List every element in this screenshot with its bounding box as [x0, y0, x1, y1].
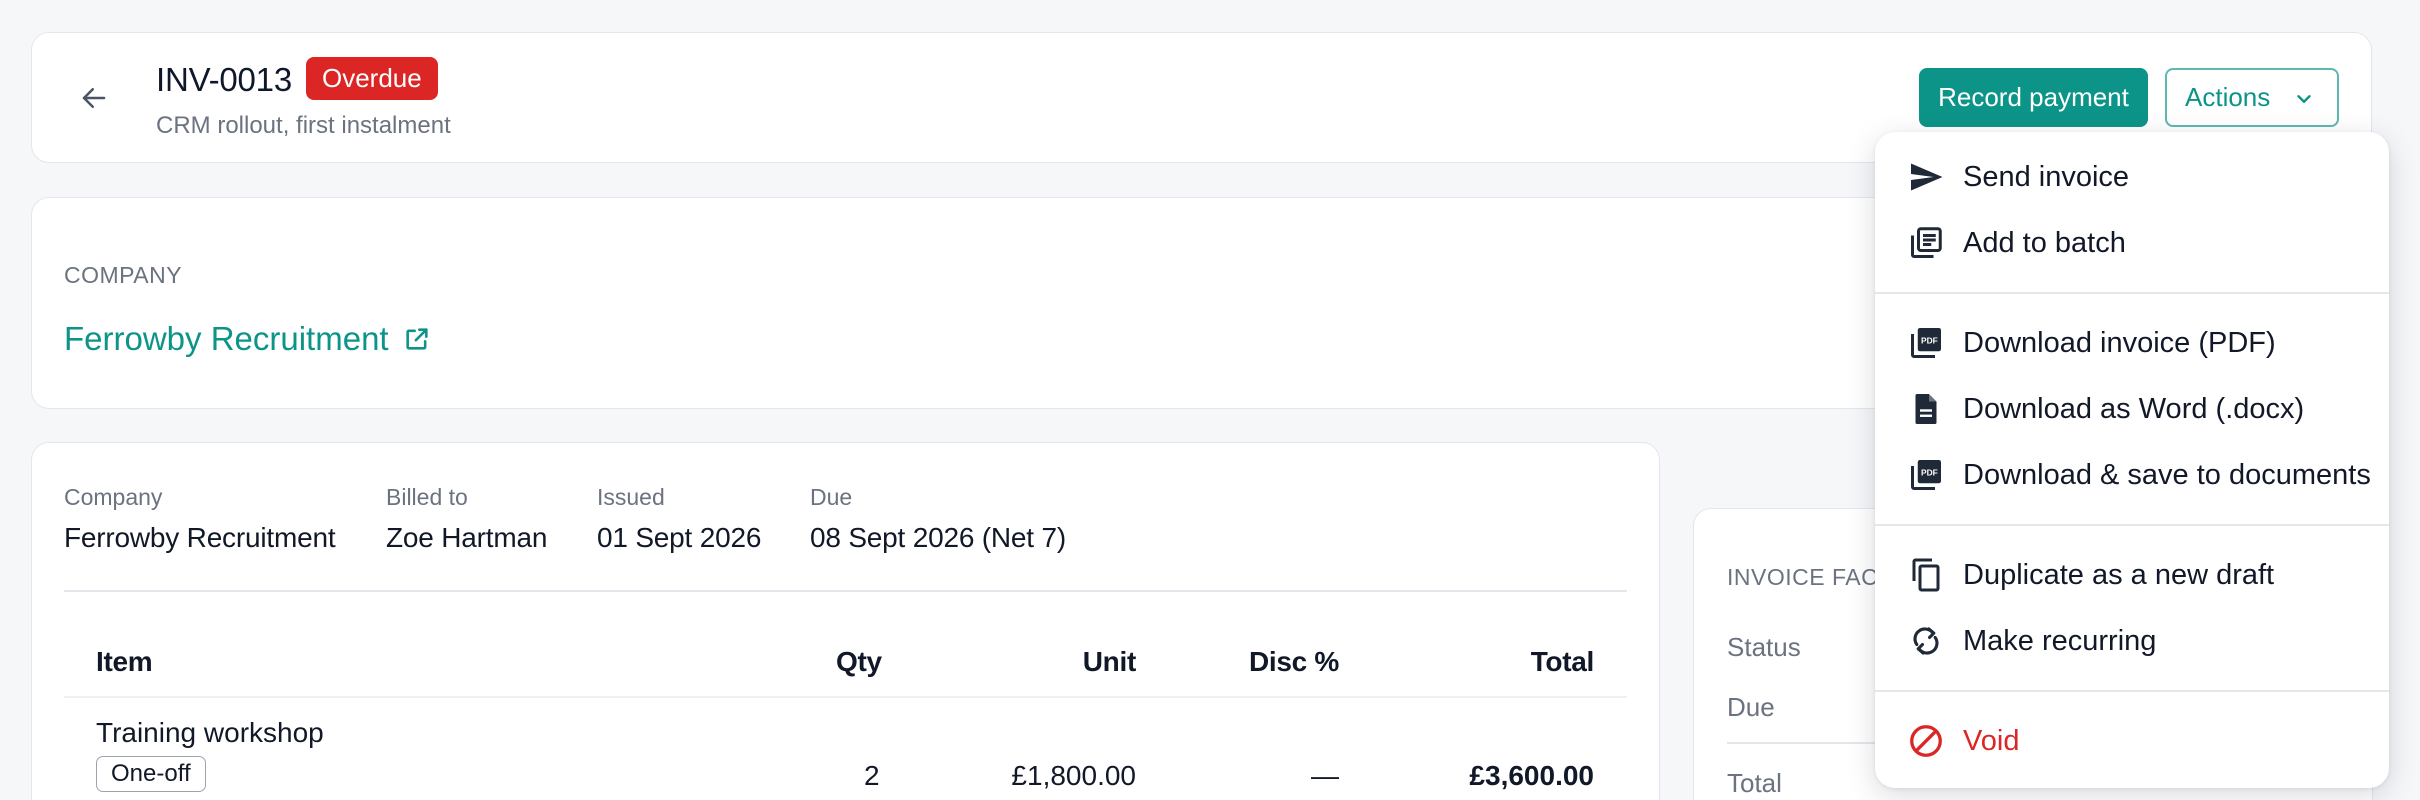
svg-text:PDF: PDF — [1921, 335, 1938, 345]
menu-item-label: Make recurring — [1963, 624, 2157, 657]
menu-item-label: Send invoice — [1963, 160, 2130, 193]
table-header-divider — [64, 696, 1627, 698]
void-icon — [1907, 722, 1945, 760]
document-icon — [1907, 390, 1945, 428]
menu-item-make-recurring[interactable]: Make recurring — [1875, 611, 2389, 671]
meta-due-value: 08 Sept 2026 (Net 7) — [810, 522, 1066, 553]
back-button[interactable] — [74, 78, 114, 118]
menu-item-label: Download & save to documents — [1963, 458, 2371, 491]
batch-icon — [1907, 224, 1945, 262]
record-payment-button[interactable]: Record payment — [1919, 68, 2148, 127]
menu-item-add-to-batch[interactable]: Add to batch — [1875, 213, 2389, 273]
menu-item-download-word[interactable]: Download as Word (.docx) — [1875, 379, 2389, 439]
line-item-disc: — — [1311, 760, 1339, 791]
meta-issued-label: Issued — [597, 484, 665, 510]
invoice-number: INV-0013 — [156, 61, 292, 98]
menu-item-download-pdf[interactable]: PDF Download invoice (PDF) — [1875, 313, 2389, 373]
duplicate-icon — [1907, 556, 1945, 594]
column-header-item: Item — [96, 646, 153, 677]
menu-separator — [1875, 292, 2389, 294]
column-header-unit: Unit — [1082, 646, 1137, 677]
menu-item-label: Download as Word (.docx) — [1963, 392, 2305, 425]
line-item-unit: £1,800.00 — [1011, 760, 1136, 791]
invoice-subtitle: CRM rollout, first instalment — [156, 112, 451, 139]
meta-divider — [64, 590, 1627, 592]
meta-company-label: Company — [64, 484, 163, 510]
meta-company-value: Ferrowby Recruitment — [64, 522, 336, 553]
facts-total-label: Total — [1727, 768, 1782, 798]
company-section-label: COMPANY — [64, 262, 183, 288]
company-name: Ferrowby Recruitment — [64, 320, 389, 357]
actions-button-label: Actions — [2185, 82, 2271, 112]
facts-due-label: Due — [1727, 692, 1775, 722]
menu-separator — [1875, 690, 2389, 692]
actions-button[interactable]: Actions — [2165, 68, 2339, 127]
facts-status-label: Status — [1727, 632, 1801, 662]
line-item-name: Training workshop — [96, 717, 324, 748]
menu-item-label: Download invoice (PDF) — [1963, 326, 2276, 359]
column-header-qty: Qty — [836, 646, 882, 677]
menu-item-label: Void — [1963, 724, 2020, 757]
svg-text:PDF: PDF — [1921, 467, 1938, 477]
company-link[interactable]: Ferrowby Recruitment — [64, 320, 431, 358]
menu-item-duplicate[interactable]: Duplicate as a new draft — [1875, 545, 2389, 605]
meta-issued-value: 01 Sept 2026 — [597, 522, 762, 553]
meta-due-label: Due — [810, 484, 853, 510]
line-item-tag: One-off — [96, 756, 206, 792]
send-icon — [1907, 158, 1945, 196]
recurring-icon — [1907, 622, 1945, 660]
line-item-total: £3,600.00 — [1469, 760, 1594, 791]
menu-item-download-save[interactable]: PDF Download & save to documents — [1875, 445, 2389, 505]
actions-dropdown-menu: Send invoice Add to batch PDF Download i… — [1875, 132, 2389, 788]
column-header-total: Total — [1530, 646, 1595, 677]
external-link-icon — [405, 328, 428, 350]
column-header-disc: Disc % — [1248, 646, 1339, 677]
meta-billed-to-value: Zoe Hartman — [386, 522, 548, 553]
line-item-qty: 2 — [864, 760, 880, 791]
pdf-icon: PDF — [1907, 324, 1945, 362]
menu-item-label: Add to batch — [1963, 226, 2126, 259]
menu-item-void[interactable]: Void — [1875, 711, 2389, 771]
menu-separator — [1875, 524, 2389, 526]
chevron-down-icon — [2297, 95, 2311, 103]
status-badge: Overdue — [306, 57, 438, 100]
invoice-facts-title: INVOICE FAC — [1727, 564, 1879, 590]
menu-item-label: Duplicate as a new draft — [1963, 558, 2275, 591]
pdf-icon: PDF — [1907, 456, 1945, 494]
meta-billed-to-label: Billed to — [386, 484, 468, 510]
arrow-left-icon — [82, 88, 106, 108]
menu-item-send-invoice[interactable]: Send invoice — [1875, 147, 2389, 207]
